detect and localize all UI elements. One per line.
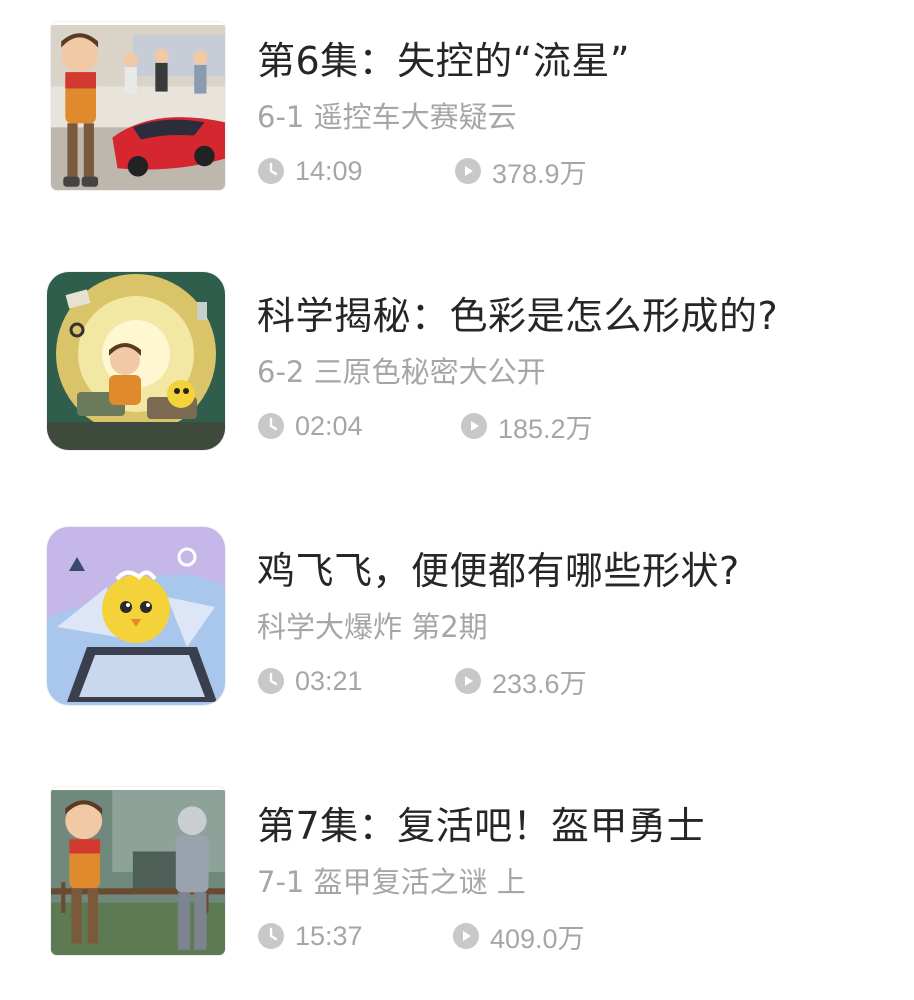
episode-item-2[interactable]: 科学揭秘：色彩是怎么形成的? 6-2 三原色秘密大公开 02:04 185.2万 — [0, 255, 914, 455]
episode-item-4[interactable]: 第7集：复活吧！盔甲勇士 7-1 盔甲复活之谜 上 15:37 409.0万 — [0, 765, 914, 965]
clock-icon — [258, 413, 284, 439]
play-count-icon — [455, 158, 481, 184]
plays-value: 185.2万 — [498, 413, 593, 444]
episode-thumbnail-illustration — [51, 790, 225, 955]
episode-title[interactable]: 科学揭秘：色彩是怎么形成的? — [257, 285, 778, 340]
duration-stat: 03:21 — [257, 666, 454, 697]
episode-meta: 15:37 409.0万 — [257, 917, 585, 956]
episode-item-3[interactable]: 鸡飞飞，便便都有哪些形状? 科学大爆炸 第2期 03:21 233.6万 — [0, 510, 914, 710]
episode-thumbnail-illustration — [51, 25, 225, 190]
episode-item-1[interactable]: 第6集：失控的“流星” 6-1 遥控车大赛疑云 14:09 378.9万 — [0, 0, 914, 200]
play-count-icon — [453, 923, 479, 949]
plays-value: 378.9万 — [492, 158, 587, 189]
episode-thumbnail[interactable] — [51, 22, 225, 190]
clock-icon — [258, 923, 284, 949]
plays-stat: 409.0万 — [452, 917, 585, 956]
episode-subtitle: 6-2 三原色秘密大公开 — [257, 355, 546, 389]
duration-stat: 02:04 — [257, 411, 460, 442]
plays-stat: 233.6万 — [454, 662, 587, 701]
duration-stat: 15:37 — [257, 921, 452, 952]
episode-meta: 03:21 233.6万 — [257, 662, 587, 701]
duration-value: 14:09 — [295, 155, 363, 186]
episode-thumbnail-illustration — [47, 527, 225, 705]
duration-value: 15:37 — [295, 920, 363, 951]
episode-title[interactable]: 鸡飞飞，便便都有哪些形状? — [257, 540, 740, 595]
episode-title[interactable]: 第7集：复活吧！盔甲勇士 — [257, 795, 705, 850]
episode-meta: 14:09 378.9万 — [257, 152, 587, 191]
duration-value: 03:21 — [295, 665, 363, 696]
episode-subtitle: 科学大爆炸 第2期 — [257, 610, 488, 644]
plays-stat: 378.9万 — [454, 152, 587, 191]
episode-title[interactable]: 第6集：失控的“流星” — [257, 30, 630, 85]
clock-icon — [258, 158, 284, 184]
clock-icon — [258, 668, 284, 694]
play-count-icon — [455, 668, 481, 694]
episode-thumbnail[interactable] — [51, 787, 225, 955]
plays-value: 233.6万 — [492, 668, 587, 699]
plays-stat: 185.2万 — [460, 407, 593, 446]
episode-thumbnail[interactable] — [47, 272, 225, 450]
episode-subtitle: 6-1 遥控车大赛疑云 — [257, 100, 517, 134]
plays-value: 409.0万 — [490, 923, 585, 954]
duration-stat: 14:09 — [257, 156, 454, 187]
episode-list: 第6集：失控的“流星” 6-1 遥控车大赛疑云 14:09 378.9万 科学揭… — [0, 0, 914, 1000]
duration-value: 02:04 — [295, 410, 363, 441]
episode-meta: 02:04 185.2万 — [257, 407, 593, 446]
play-count-icon — [461, 413, 487, 439]
episode-subtitle: 7-1 盔甲复活之谜 上 — [257, 865, 526, 899]
episode-thumbnail-illustration — [47, 272, 225, 450]
episode-thumbnail[interactable] — [47, 527, 225, 705]
